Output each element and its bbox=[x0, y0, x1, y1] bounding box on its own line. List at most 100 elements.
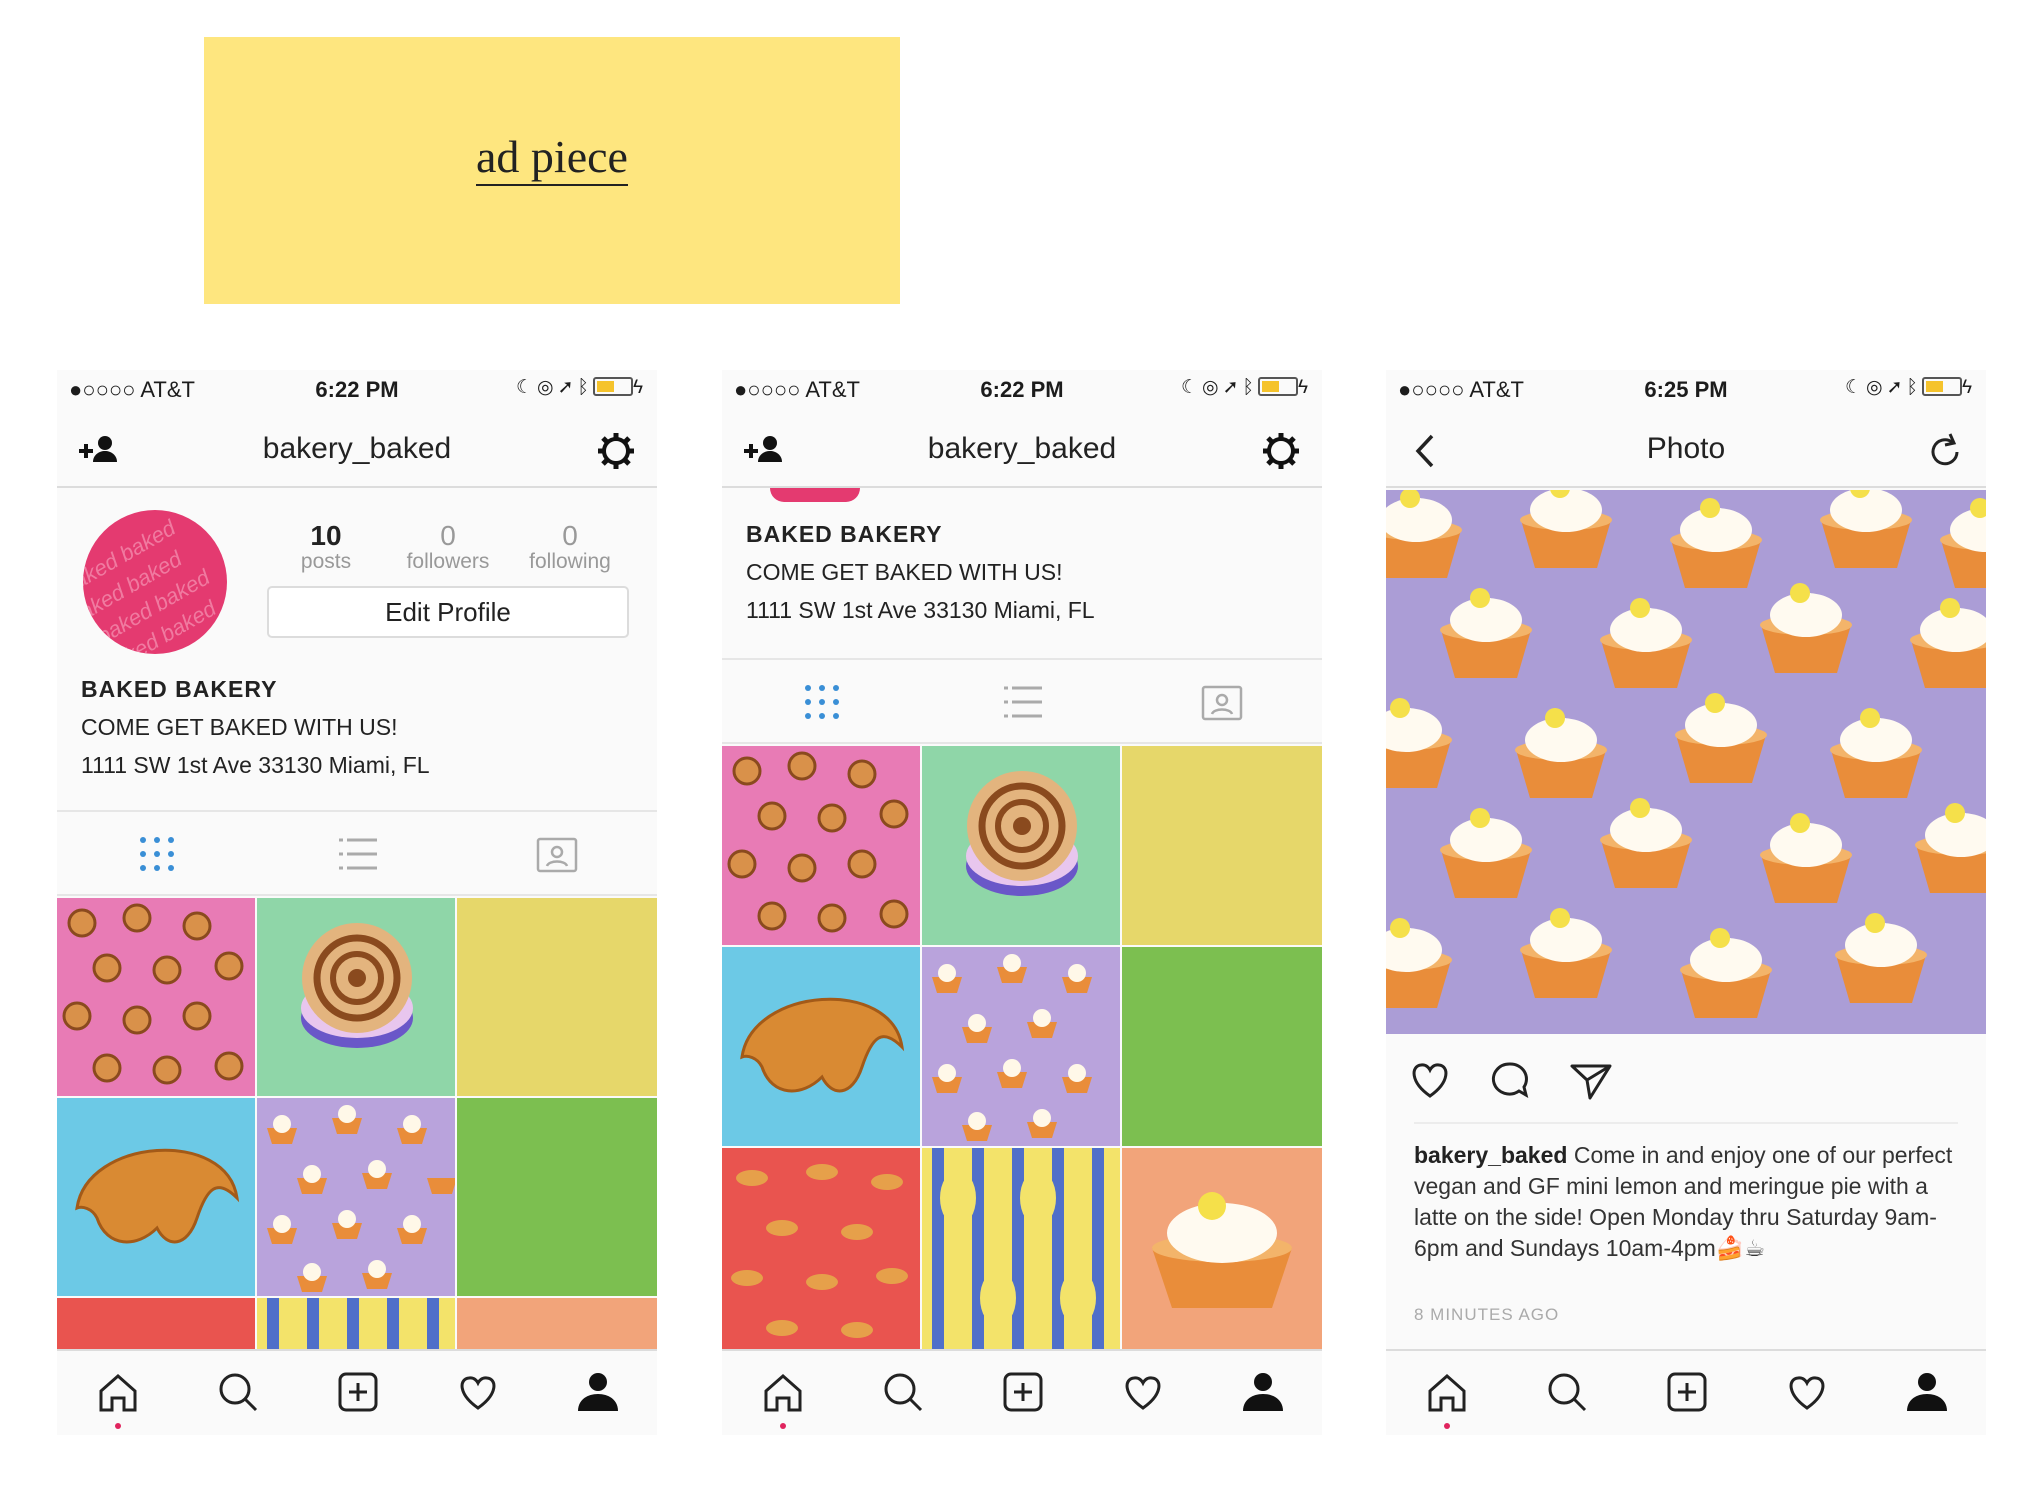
comment-icon[interactable] bbox=[1486, 1056, 1534, 1104]
phone-screen-profile: ●○○○○ AT&T 6:22 PM ☾◎➚ᛒ ϟ bakery_baked ba… bbox=[57, 370, 657, 1435]
gear-icon[interactable] bbox=[593, 428, 639, 474]
grid-tile-pie-pattern[interactable] bbox=[922, 947, 1120, 1146]
tagged-icon[interactable] bbox=[535, 834, 579, 874]
status-icons: ☾◎➚ᛒ ϟ bbox=[1181, 376, 1312, 399]
ad-banner: ad piece bbox=[204, 37, 900, 304]
grid-tile-green[interactable] bbox=[1122, 947, 1322, 1146]
nav-bar: Photo bbox=[1386, 410, 1986, 488]
charging-icon: ϟ bbox=[1961, 377, 1976, 398]
moon-icon: ☾ bbox=[1844, 377, 1867, 398]
grid-tile-geometric[interactable] bbox=[257, 1298, 455, 1349]
grid-icon[interactable] bbox=[135, 834, 179, 874]
location-icon: ➚ bbox=[557, 377, 578, 398]
charging-icon: ϟ bbox=[632, 377, 647, 398]
search-icon[interactable] bbox=[1542, 1367, 1592, 1417]
profile-username: bakery_baked bbox=[927, 432, 1117, 465]
grid-tile-pie-closeup[interactable] bbox=[1122, 1148, 1322, 1349]
grid-tile-croissant-pattern[interactable] bbox=[57, 1298, 255, 1349]
profile-bio: BAKED BAKERY COME GET BAKED WITH US! 111… bbox=[746, 515, 1095, 629]
lock-rotation-icon: ◎ bbox=[1202, 377, 1223, 398]
profile-tabs bbox=[722, 658, 1322, 744]
profile-icon[interactable] bbox=[573, 1367, 623, 1417]
grid-tile-croissant-pattern[interactable] bbox=[722, 1148, 920, 1349]
bottom-tab-bar bbox=[57, 1349, 657, 1435]
list-icon[interactable] bbox=[1000, 682, 1044, 722]
profile-icon[interactable] bbox=[1902, 1367, 1952, 1417]
profile-username: bakery_baked bbox=[262, 432, 452, 465]
battery-icon bbox=[1257, 377, 1298, 396]
post-photo[interactable] bbox=[1386, 490, 1986, 1034]
active-indicator-dot bbox=[780, 1423, 786, 1429]
home-icon[interactable] bbox=[758, 1367, 808, 1417]
refresh-icon[interactable] bbox=[1922, 428, 1968, 474]
search-icon[interactable] bbox=[213, 1367, 263, 1417]
location-icon: ➚ bbox=[1886, 377, 1907, 398]
bio-address: 1111 SW 1st Ave 33130 Miami, FL bbox=[81, 752, 430, 778]
avatar-edge bbox=[770, 488, 860, 502]
posts-count: 10 bbox=[310, 520, 342, 551]
grid-tile-cinnamon-pattern[interactable] bbox=[722, 746, 920, 945]
bio-address: 1111 SW 1st Ave 33130 Miami, FL bbox=[746, 597, 1095, 623]
active-indicator-dot bbox=[1444, 1423, 1450, 1429]
phone-screen-photo: ●○○○○ AT&T 6:25 PM ☾◎➚ᛒ ϟ Photo bakery_b… bbox=[1386, 370, 1986, 1435]
phone-screen-profile-scrolled: ●○○○○ AT&T 6:22 PM ☾◎➚ᛒ ϟ bakery_baked BA… bbox=[722, 370, 1322, 1435]
like-icon[interactable] bbox=[1406, 1056, 1454, 1104]
post-actions bbox=[1386, 1050, 1986, 1110]
share-icon[interactable] bbox=[1566, 1056, 1614, 1104]
lock-rotation-icon: ◎ bbox=[1866, 377, 1887, 398]
grid-tile-croissant[interactable] bbox=[57, 1098, 255, 1296]
grid-tile-green[interactable] bbox=[457, 1098, 657, 1296]
photo-grid bbox=[722, 746, 1322, 1349]
photo-title: Photo bbox=[1646, 432, 1726, 465]
nav-bar: bakery_baked bbox=[57, 410, 657, 488]
home-icon[interactable] bbox=[1422, 1367, 1472, 1417]
add-post-icon[interactable] bbox=[998, 1367, 1048, 1417]
active-indicator-dot bbox=[115, 1423, 121, 1429]
location-icon: ➚ bbox=[1222, 377, 1243, 398]
tagged-icon[interactable] bbox=[1200, 682, 1244, 722]
heart-icon[interactable] bbox=[1118, 1367, 1168, 1417]
following-count: 0 bbox=[562, 520, 578, 551]
grid-tile-pie-pattern[interactable] bbox=[257, 1098, 455, 1296]
profile-header: baked baked baked baked baked baked baked b… bbox=[57, 490, 657, 660]
add-post-icon[interactable] bbox=[333, 1367, 383, 1417]
bio-tagline: COME GET BAKED WITH US! bbox=[81, 714, 398, 740]
list-icon[interactable] bbox=[335, 834, 379, 874]
post-caption: bakery_baked Come in and enjoy one of ou… bbox=[1414, 1140, 1964, 1264]
status-bar: ●○○○○ AT&T 6:22 PM ☾◎➚ᛒ ϟ bbox=[722, 370, 1322, 410]
battery-icon bbox=[1921, 377, 1962, 396]
bluetooth-icon: ᛒ bbox=[577, 377, 593, 398]
bluetooth-icon: ᛒ bbox=[1906, 377, 1922, 398]
profile-icon[interactable] bbox=[1238, 1367, 1288, 1417]
status-bar: ●○○○○ AT&T 6:22 PM ☾◎➚ᛒ ϟ bbox=[57, 370, 657, 410]
grid-tile-yellow[interactable] bbox=[457, 898, 657, 1096]
lock-rotation-icon: ◎ bbox=[537, 377, 558, 398]
grid-tile-geometric[interactable] bbox=[922, 1148, 1120, 1349]
heart-icon[interactable] bbox=[1782, 1367, 1832, 1417]
followers-label: followers bbox=[406, 550, 490, 573]
grid-tile-pie-closeup[interactable] bbox=[457, 1298, 657, 1349]
followers-stat[interactable]: 0 followers bbox=[393, 520, 503, 574]
search-icon[interactable] bbox=[878, 1367, 928, 1417]
status-icons: ☾◎➚ᛒ ϟ bbox=[516, 376, 647, 399]
bottom-tab-bar bbox=[1386, 1349, 1986, 1435]
add-post-icon[interactable] bbox=[1662, 1367, 1712, 1417]
grid-tile-croissant[interactable] bbox=[722, 947, 920, 1146]
following-stat[interactable]: 0 following bbox=[515, 520, 625, 574]
moon-icon: ☾ bbox=[1180, 377, 1203, 398]
grid-tile-cinnamon-roll[interactable] bbox=[257, 898, 455, 1096]
nav-bar: bakery_baked bbox=[722, 410, 1322, 488]
edit-profile-button[interactable]: Edit Profile bbox=[267, 586, 629, 638]
profile-tabs bbox=[57, 810, 657, 896]
grid-icon[interactable] bbox=[800, 682, 844, 722]
caption-username[interactable]: bakery_baked bbox=[1414, 1142, 1567, 1168]
grid-tile-cinnamon-pattern[interactable] bbox=[57, 898, 255, 1096]
gear-icon[interactable] bbox=[1258, 428, 1304, 474]
posts-stat[interactable]: 10 posts bbox=[271, 520, 381, 574]
heart-icon[interactable] bbox=[453, 1367, 503, 1417]
profile-bio: BAKED BAKERY COME GET BAKED WITH US! 111… bbox=[81, 670, 430, 784]
grid-tile-cinnamon-roll[interactable] bbox=[922, 746, 1120, 945]
avatar[interactable]: baked baked baked baked baked baked baked b… bbox=[83, 510, 227, 654]
home-icon[interactable] bbox=[93, 1367, 143, 1417]
grid-tile-yellow[interactable] bbox=[1122, 746, 1322, 945]
